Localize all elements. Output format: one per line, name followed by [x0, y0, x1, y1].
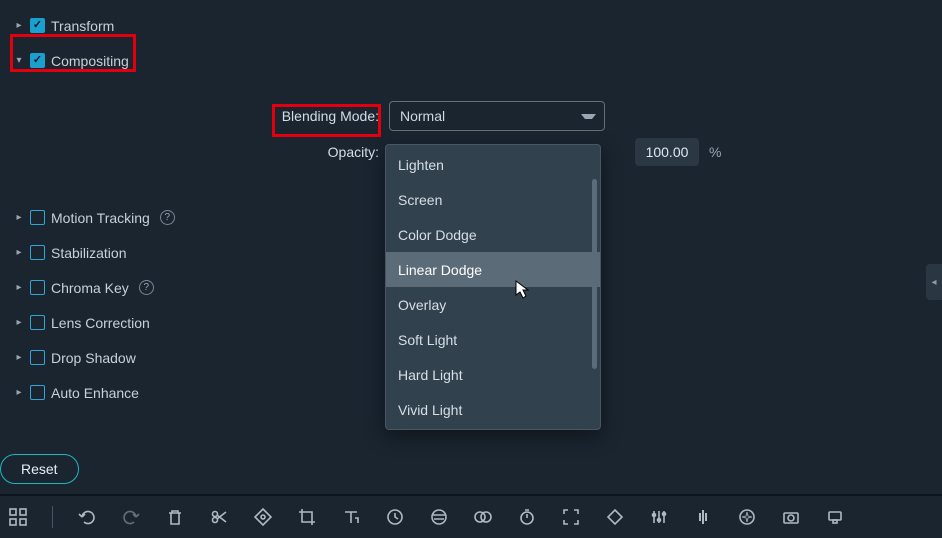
rotate-icon[interactable]: [605, 507, 625, 527]
crop-icon[interactable]: [297, 507, 317, 527]
dropdown-scrollbar[interactable]: [592, 151, 597, 423]
property-compositing[interactable]: ▾ Compositing: [4, 43, 942, 78]
property-label: Transform: [51, 18, 114, 34]
help-icon[interactable]: ?: [139, 280, 154, 295]
timer-icon[interactable]: [517, 507, 537, 527]
side-collapse-tab[interactable]: ◂: [926, 264, 942, 300]
camera-icon[interactable]: [781, 507, 801, 527]
property-label: Compositing: [51, 53, 129, 69]
property-transform[interactable]: ▸ Transform: [4, 8, 942, 43]
blending-mode-dropdown[interactable]: Lighten Screen Color Dodge Linear Dodge …: [385, 144, 601, 430]
property-label: Stabilization: [51, 245, 127, 261]
opacity-label: Opacity:: [4, 144, 379, 160]
grid-icon[interactable]: [8, 507, 28, 527]
property-label: Auto Enhance: [51, 385, 139, 401]
checkbox[interactable]: [30, 210, 45, 225]
checkbox[interactable]: [30, 53, 45, 68]
help-icon[interactable]: ?: [160, 210, 175, 225]
chevron-right-icon: ▸: [14, 318, 24, 328]
checkbox[interactable]: [30, 385, 45, 400]
property-label: Chroma Key: [51, 280, 129, 296]
chevron-right-icon: ▸: [14, 213, 24, 223]
fullscreen-icon[interactable]: [561, 507, 581, 527]
blending-mode-select[interactable]: Normal: [389, 101, 605, 131]
checkbox[interactable]: [30, 18, 45, 33]
checkbox[interactable]: [30, 280, 45, 295]
property-label: Motion Tracking: [51, 210, 150, 226]
dropdown-item-overlay[interactable]: Overlay: [386, 287, 600, 322]
timeline-toolbar: [0, 494, 942, 538]
tag-icon[interactable]: [253, 507, 273, 527]
dropdown-item-soft-light[interactable]: Soft Light: [386, 322, 600, 357]
chevron-down-icon: ▾: [14, 56, 24, 66]
audio-icon[interactable]: [693, 507, 713, 527]
property-label: Drop Shadow: [51, 350, 136, 366]
checkbox[interactable]: [30, 350, 45, 365]
reset-button[interactable]: Reset: [0, 454, 79, 484]
dropdown-item-color-dodge[interactable]: Color Dodge: [386, 217, 600, 252]
checkbox[interactable]: [30, 315, 45, 330]
trash-icon[interactable]: [165, 507, 185, 527]
select-value: Normal: [400, 108, 445, 124]
undo-icon[interactable]: [77, 507, 97, 527]
scrollbar-thumb[interactable]: [592, 179, 597, 369]
effects-icon[interactable]: [473, 507, 493, 527]
travel-icon[interactable]: [429, 507, 449, 527]
redo-icon[interactable]: [121, 507, 141, 527]
clock-icon[interactable]: [385, 507, 405, 527]
chevron-right-icon: ▸: [14, 283, 24, 293]
chevron-right-icon: ▸: [14, 388, 24, 398]
checkbox[interactable]: [30, 245, 45, 260]
chevron-right-icon: ▸: [14, 248, 24, 258]
opacity-input[interactable]: 100.00: [635, 138, 699, 166]
dropdown-item-linear-dodge[interactable]: Linear Dodge: [386, 252, 600, 287]
dropdown-item-hard-light[interactable]: Hard Light: [386, 357, 600, 392]
dropdown-item-vivid-light[interactable]: Vivid Light: [386, 392, 600, 427]
opacity-unit: %: [709, 144, 721, 160]
property-label: Lens Correction: [51, 315, 150, 331]
dropdown-item-screen[interactable]: Screen: [386, 182, 600, 217]
scissors-icon[interactable]: [209, 507, 229, 527]
enhance-icon[interactable]: [737, 507, 757, 527]
blending-mode-label: Blending Mode:: [4, 108, 379, 124]
divider: [52, 506, 53, 528]
device-icon[interactable]: [825, 507, 845, 527]
text-icon[interactable]: [341, 507, 361, 527]
chevron-right-icon: ▸: [14, 21, 24, 31]
dropdown-item-lighten[interactable]: Lighten: [386, 147, 600, 182]
chevron-right-icon: ▸: [14, 353, 24, 363]
sliders-icon[interactable]: [649, 507, 669, 527]
